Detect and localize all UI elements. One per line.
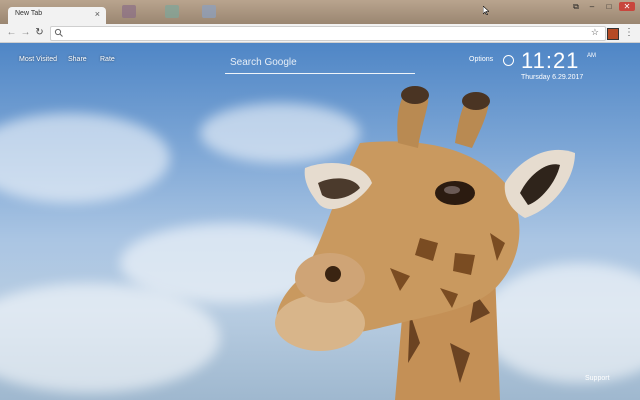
most-visited-link[interactable]: Most Visited (19, 56, 57, 63)
bookmark-star-icon[interactable]: ☆ (591, 27, 599, 38)
clock-ampm: AM (587, 53, 596, 59)
clock-time: 11:21 (521, 48, 580, 73)
app-thumb-3 (202, 5, 216, 18)
app-thumb-2 (165, 5, 179, 18)
menu-icon[interactable]: ⋮ (624, 27, 634, 38)
minimize-button[interactable]: – (585, 2, 599, 11)
browser-toolbar: ← → ↻ ☆ ⋮ (0, 24, 640, 43)
extension-icon[interactable] (607, 28, 619, 40)
close-window-button[interactable]: ✕ (619, 2, 635, 11)
share-link[interactable]: Share (68, 56, 87, 63)
support-link[interactable]: Support (585, 375, 610, 382)
back-button[interactable]: ← (6, 27, 17, 38)
title-bar: New Tab × ⧉ – □ ✕ (0, 0, 640, 24)
address-bar[interactable]: ☆ (50, 26, 606, 41)
clock-date: Thursday 6.29.2017 (521, 74, 584, 81)
tab-new-tab[interactable]: New Tab × (8, 7, 106, 24)
tab-title: New Tab (15, 10, 43, 17)
search-input[interactable]: Search Google (225, 53, 415, 74)
switch-user-icon[interactable]: ⧉ (569, 2, 583, 11)
rate-link[interactable]: Rate (100, 56, 115, 63)
maximize-button[interactable]: □ (602, 2, 616, 11)
browser-window: New Tab × ⧉ – □ ✕ ← → ↻ ☆ ⋮ Most Visited… (0, 0, 640, 400)
tab-close-icon[interactable]: × (95, 9, 100, 19)
forward-button[interactable]: → (20, 27, 31, 38)
app-thumb-1 (122, 5, 136, 18)
reload-button[interactable]: ↻ (34, 27, 45, 38)
clock-icon (503, 55, 514, 66)
new-tab-page: Most Visited Share Rate Search Google Op… (0, 43, 640, 400)
search-placeholder: Search Google (230, 57, 297, 68)
options-link[interactable]: Options (469, 56, 493, 63)
mouse-cursor-icon (483, 6, 489, 15)
search-icon (54, 28, 63, 37)
giraffe-background-image (275, 86, 575, 400)
